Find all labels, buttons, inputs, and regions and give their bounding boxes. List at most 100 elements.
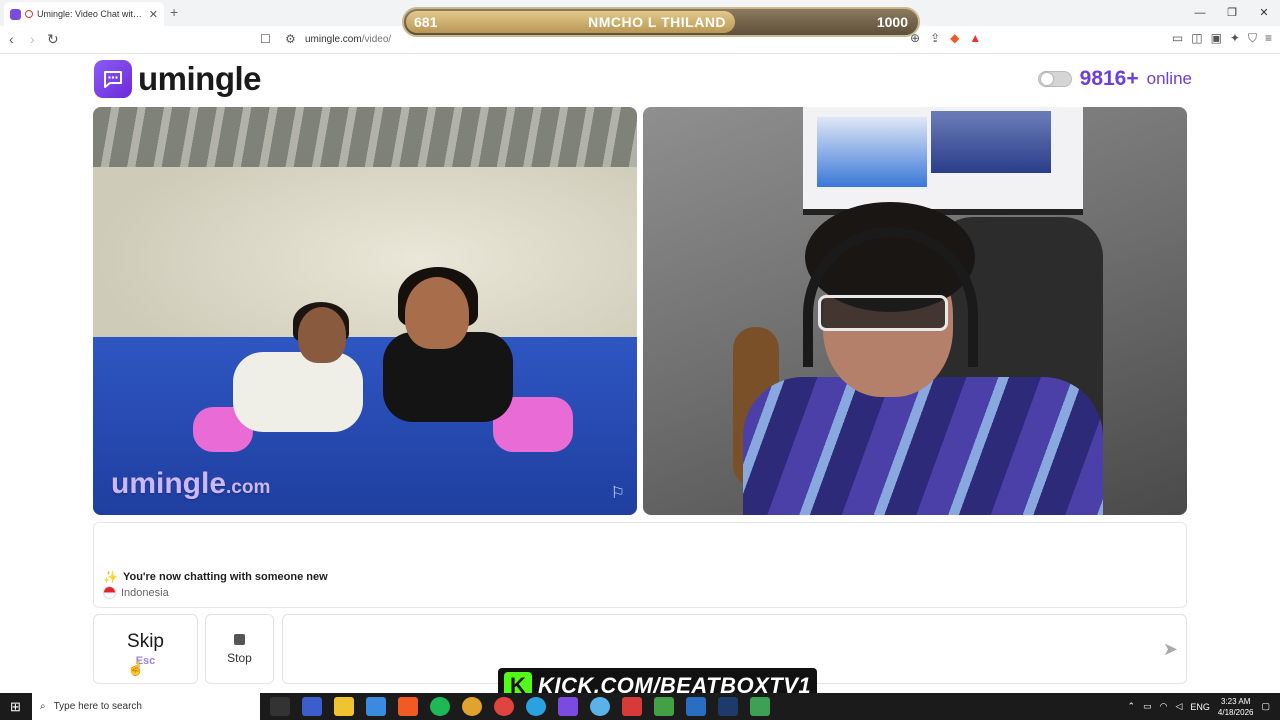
volume-icon[interactable]: ◁: [1175, 701, 1182, 712]
wallet-icon[interactable]: ▭: [1172, 31, 1183, 46]
restore-icon[interactable]: ❐: [1216, 0, 1248, 26]
app-icon-4[interactable]: [654, 697, 674, 716]
chat-bubble-icon: [94, 60, 132, 98]
search-icon: ⌕: [40, 701, 46, 712]
tabs-icon[interactable]: ▣: [1211, 31, 1222, 46]
site-info-icon[interactable]: ⚙: [285, 32, 296, 46]
skip-button[interactable]: Skip Esc: [93, 614, 198, 684]
video-roof: [93, 107, 637, 167]
taskbar-search[interactable]: ⌕ Type here to search: [32, 693, 260, 720]
sunglasses: [818, 295, 948, 331]
person-b-head: [405, 277, 469, 349]
taskbar-search-text: Type here to search: [53, 701, 142, 712]
vpn-icon[interactable]: ⛉: [1248, 31, 1257, 46]
brand-name: umingle: [138, 60, 262, 97]
brave-shield-icon[interactable]: ◆: [950, 31, 959, 45]
stop-icon: [234, 633, 245, 645]
country-name: Indonesia: [121, 586, 169, 599]
taskbar-apps: [270, 697, 770, 716]
online-status: 9816+ online: [1037, 67, 1192, 91]
theme-toggle[interactable]: [1037, 71, 1072, 87]
browser-tools: ▭ ◫ ▣ ✦ ⛉ ≡: [1172, 31, 1272, 46]
notifications-icon[interactable]: ▢: [1261, 701, 1270, 712]
chrome-icon[interactable]: [462, 697, 482, 716]
bookmark-icon[interactable]: ☐: [260, 32, 271, 46]
mouse-pointer-icon: ☝: [127, 660, 145, 676]
url-path: /video/: [361, 34, 392, 45]
forward-icon[interactable]: ›: [30, 31, 35, 47]
close-tab-icon[interactable]: ✕: [149, 8, 158, 21]
new-tab-icon[interactable]: +: [170, 4, 178, 20]
steam-icon[interactable]: [718, 697, 738, 716]
tab-title: Umingle: Video Chat with Stra: [37, 9, 145, 19]
online-label: online: [1146, 69, 1192, 88]
task-view-icon[interactable]: [270, 697, 290, 716]
clock-time: 3:23 AM: [1221, 696, 1251, 706]
brave-browser-icon[interactable]: [398, 697, 418, 716]
report-flag-icon[interactable]: ⚐: [611, 483, 625, 503]
watermark-brand: umingle: [111, 467, 227, 500]
site-logo[interactable]: umingle: [94, 60, 262, 98]
send-icon[interactable]: ➤: [1163, 639, 1178, 660]
stranger-country: Indonesia: [103, 586, 169, 599]
stop-label: Stop: [227, 650, 252, 665]
stop-button[interactable]: Stop: [205, 614, 274, 684]
stranger-video: umingle.com ⚐: [93, 107, 637, 515]
url-field[interactable]: umingle.com/video/: [305, 34, 391, 45]
tv-image-1: [817, 117, 927, 187]
clock-date: 4/18/2026: [1217, 707, 1254, 717]
sidebar-icon[interactable]: ◫: [1191, 31, 1202, 46]
jersey: [743, 377, 1103, 515]
app-icon-2[interactable]: [590, 697, 610, 716]
online-count: 9816+: [1079, 67, 1139, 90]
system-tray: ⌃ ▭ ◠ ◁ ENG 3:23 AM 4/18/2026 ▢: [1128, 693, 1280, 720]
url-host: umingle.com: [305, 34, 362, 45]
watermark-suffix: .com: [226, 477, 271, 498]
app-icon-5[interactable]: [686, 697, 706, 716]
reload-icon[interactable]: ↻: [47, 31, 59, 48]
network-icon[interactable]: ▭: [1143, 701, 1152, 712]
system-message: ✨ You're now chatting with someone new: [103, 570, 328, 584]
recording-icon: [25, 10, 33, 18]
video-watermark: umingle.com: [111, 467, 270, 501]
minimize-icon[interactable]: —: [1184, 0, 1216, 26]
self-video: [643, 107, 1187, 515]
indonesia-flag-icon: [103, 586, 116, 599]
score-right: 1000: [876, 14, 908, 30]
brave-rewards-icon[interactable]: ▲: [969, 31, 981, 45]
score-title: NMCHO L THILAND: [588, 14, 727, 30]
windows-taskbar: ⊞ ⌕ Type here to search ⌃ ▭ ◠ ◁ ENG 3:23…: [0, 693, 1280, 720]
language-indicator[interactable]: ENG: [1190, 702, 1210, 712]
person-a-body: [233, 352, 363, 432]
telegram-icon[interactable]: [526, 697, 546, 716]
wifi-icon[interactable]: ◠: [1160, 701, 1168, 712]
menu-icon[interactable]: ≡: [1265, 31, 1272, 46]
system-message-text: You're now chatting with someone new: [122, 571, 328, 583]
ai-icon[interactable]: ✦: [1230, 31, 1240, 46]
back-icon[interactable]: ‹: [9, 31, 14, 47]
tray-chevron-icon[interactable]: ⌃: [1128, 701, 1136, 712]
skip-label: Skip: [127, 631, 164, 652]
obs-icon[interactable]: [558, 697, 578, 716]
person-a-head: [298, 307, 346, 363]
extension-toolbar: ⊕ ⇪ ◆ ▲: [910, 31, 981, 45]
score-overlay: 681 NMCHO L THILAND 1000: [402, 7, 920, 37]
app-icon-3[interactable]: [622, 697, 642, 716]
close-window-icon[interactable]: ✕: [1248, 0, 1280, 26]
clock[interactable]: 3:23 AM 4/18/2026: [1218, 696, 1254, 718]
store-icon[interactable]: [366, 697, 386, 716]
record-app-icon[interactable]: [494, 697, 514, 716]
background-tv: [803, 107, 1083, 215]
app-icon-6[interactable]: [750, 697, 770, 716]
browser-tab[interactable]: Umingle: Video Chat with Stra ✕: [4, 2, 164, 26]
window-controls: — ❐ ✕: [1184, 0, 1280, 26]
chat-log: ✨ You're now chatting with someone new I…: [93, 522, 1187, 608]
tv-image-2: [931, 111, 1051, 173]
score-left: 681: [414, 14, 438, 30]
share-icon[interactable]: ⇪: [930, 31, 940, 45]
umingle-favicon-icon: [10, 8, 21, 20]
windows-start-icon[interactable]: ⊞: [10, 699, 21, 715]
spotify-icon[interactable]: [430, 697, 450, 716]
file-explorer-icon[interactable]: [334, 697, 354, 716]
app-icon[interactable]: [302, 697, 322, 716]
